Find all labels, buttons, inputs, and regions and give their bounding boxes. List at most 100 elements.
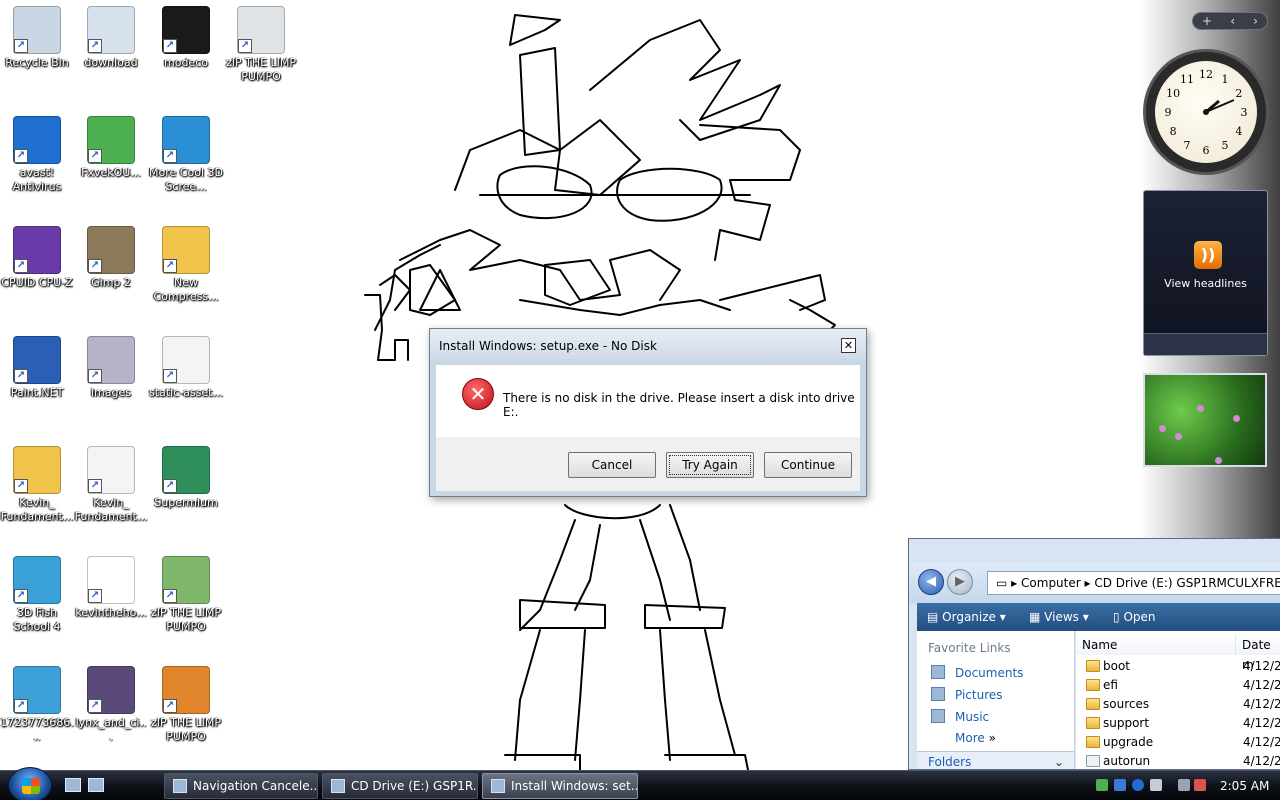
info-icon[interactable]	[1150, 779, 1162, 791]
network-icon[interactable]	[1096, 779, 1108, 791]
desktop-icon[interactable]: ↗ zIP THE LIMP PUMPO	[149, 664, 223, 744]
open-label: Open	[1123, 610, 1156, 624]
app-icon: ↗	[13, 6, 61, 54]
column-header-name[interactable]: Name	[1076, 635, 1236, 655]
next-gadget-icon[interactable]: ›	[1253, 14, 1258, 28]
task-cd-drive[interactable]: CD Drive (E:) GSP1R...	[322, 773, 478, 799]
app-icon: ↗	[87, 446, 135, 494]
desktop-icon[interactable]: ↗ download	[74, 4, 148, 70]
folders-toggle[interactable]: Folders ⌄	[917, 751, 1074, 769]
address-input[interactable]: ▭ ▸ Computer ▸ CD Drive (E:) GSP1RMCULXF…	[987, 571, 1280, 595]
add-gadget-icon[interactable]: +	[1202, 14, 1212, 28]
file-row[interactable]: autorun 4/12/20	[1076, 752, 1280, 769]
desktop-icon[interactable]: ↗ kevintheho...	[74, 554, 148, 620]
dialog-titlebar[interactable]: Install Windows: setup.exe - No Disk ✕	[430, 329, 866, 359]
start-button[interactable]	[8, 767, 52, 800]
prev-gadget-icon[interactable]: ‹	[1230, 14, 1235, 28]
file-row[interactable]: boot 4/12/20	[1076, 657, 1280, 676]
sidebar-controls[interactable]: + ‹ ›	[1192, 12, 1268, 30]
file-date: 4/12/20	[1243, 678, 1280, 692]
shortcut-arrow-icon: ↗	[163, 259, 177, 273]
task-navigation-canceled[interactable]: Navigation Cancele...	[164, 773, 318, 799]
desktop-icon[interactable]: ↗ avast! Antivirus	[0, 114, 74, 194]
cancel-button[interactable]: Cancel	[568, 452, 656, 478]
views-label: Views	[1044, 610, 1079, 624]
app-icon: ↗	[162, 446, 210, 494]
file-row[interactable]: support 4/12/20	[1076, 714, 1280, 733]
dialog-footer: Cancel Try Again Continue	[436, 437, 860, 491]
organize-button[interactable]: ▤ Organize ▾	[927, 610, 1006, 624]
back-button[interactable]: ◀	[918, 569, 944, 595]
feed-headlines-gadget[interactable]: )) View headlines	[1143, 190, 1268, 356]
app-icon: ↗	[162, 116, 210, 164]
shortcut-arrow-icon: ↗	[238, 39, 252, 53]
forward-button[interactable]: ▶	[947, 569, 973, 595]
clock-number: 11	[1180, 73, 1194, 86]
task-install-windows[interactable]: Install Windows: set...	[482, 773, 638, 799]
slideshow-gadget[interactable]	[1143, 373, 1267, 467]
shortcut-arrow-icon: ↗	[163, 479, 177, 493]
close-icon[interactable]: ✕	[841, 338, 856, 353]
desktop-icon[interactable]: ↗ static-asset...	[149, 334, 223, 400]
shortcut-arrow-icon: ↗	[88, 259, 102, 273]
desktop-icon[interactable]: ↗ FxvekOU...	[74, 114, 148, 180]
desktop-icon[interactable]: ↗ Kevin_ Fundament...	[74, 444, 148, 524]
nav-link-pictures[interactable]: Pictures	[931, 687, 1003, 702]
desktop-icon[interactable]: ↗ 3D Fish School 4	[0, 554, 74, 634]
clock-number: 9	[1165, 106, 1172, 119]
desktop-icon[interactable]: ↗ zIP THE LIMP PUMPO	[224, 4, 298, 84]
desktop-icon-label: Kevin_ Fundament...	[74, 496, 148, 523]
clock-number: 7	[1184, 139, 1191, 152]
monitor-icon[interactable]	[1178, 779, 1190, 791]
desktop-icon[interactable]: ↗ images	[74, 334, 148, 400]
desktop-icon-label: FxvekOU...	[81, 166, 141, 179]
switch-windows-icon[interactable]	[88, 778, 104, 792]
app-icon: ↗	[237, 6, 285, 54]
folder-icon	[1086, 736, 1100, 748]
breadcrumb-computer[interactable]: Computer	[1021, 576, 1081, 590]
shortcut-arrow-icon: ↗	[163, 589, 177, 603]
nav-link-music[interactable]: Music	[931, 709, 989, 724]
desktop-icon[interactable]: ↗ More Cool 3D Scree...	[149, 114, 223, 194]
clock-number: 12	[1199, 68, 1213, 81]
flower-image	[1197, 405, 1204, 412]
desktop-icon[interactable]: ↗ 1723773686...	[0, 664, 74, 744]
views-button[interactable]: ▦ Views ▾	[1029, 610, 1089, 624]
desktop-icon[interactable]: ↗ modeco	[149, 4, 223, 70]
desktop-icon[interactable]: ↗ Gimp 2	[74, 224, 148, 290]
desktop-icon[interactable]: ↗ lynx_and_ci...	[74, 664, 148, 744]
breadcrumb-cd-drive[interactable]: CD Drive (E:) GSP1RMCULXFRER_E	[1094, 576, 1280, 590]
security-icon[interactable]	[1114, 779, 1126, 791]
desktop-icon[interactable]: ↗ Paint.NET	[0, 334, 74, 400]
desktop-icon[interactable]: ↗ zIP THE LIMP PUMPO	[149, 554, 223, 634]
file-name: upgrade	[1103, 735, 1154, 749]
volume-muted-icon[interactable]	[1194, 779, 1206, 791]
column-header-date[interactable]: Date m	[1236, 635, 1280, 672]
clock-gadget[interactable]: 12 1 2 3 4 5 6 7 8 9 10 11	[1143, 49, 1269, 175]
file-row[interactable]: sources 4/12/20	[1076, 695, 1280, 714]
open-icon: ▯	[1113, 610, 1120, 624]
nav-link-documents[interactable]: Documents	[931, 665, 1023, 680]
breadcrumb-separator: ▸	[1011, 576, 1018, 590]
nav-link-more[interactable]: More »	[955, 731, 996, 745]
feed-label: View headlines	[1164, 277, 1247, 290]
desktop-icon[interactable]: ↗ New Compress...	[149, 224, 223, 304]
desktop-icon[interactable]: ↗ Recycle Bin	[0, 4, 74, 70]
clock-center	[1203, 109, 1209, 115]
desktop-icon-label: 1723773686...	[0, 716, 74, 743]
try-again-button[interactable]: Try Again	[666, 452, 754, 478]
file-row[interactable]: upgrade 4/12/20	[1076, 733, 1280, 752]
file-row[interactable]: efi 4/12/20	[1076, 676, 1280, 695]
desktop-icon-label: zIP THE LIMP PUMPO	[225, 56, 297, 83]
desktop-icon[interactable]: ↗ CPUID CPU-Z	[0, 224, 74, 290]
app-icon: ↗	[87, 556, 135, 604]
taskbar-clock[interactable]: 2:05 AM	[1220, 771, 1269, 800]
desktop-icon[interactable]: ↗ Kevin_ Fundament...	[0, 444, 74, 524]
file-list: Name Date m boot4/12/20efi4/12/20sources…	[1076, 631, 1280, 769]
show-desktop-icon[interactable]	[65, 778, 81, 792]
open-button[interactable]: ▯ Open	[1113, 610, 1156, 624]
avast-icon[interactable]	[1132, 779, 1144, 791]
continue-button[interactable]: Continue	[764, 452, 852, 478]
app-icon: ↗	[13, 446, 61, 494]
desktop-icon[interactable]: ↗ Supermium	[149, 444, 223, 510]
